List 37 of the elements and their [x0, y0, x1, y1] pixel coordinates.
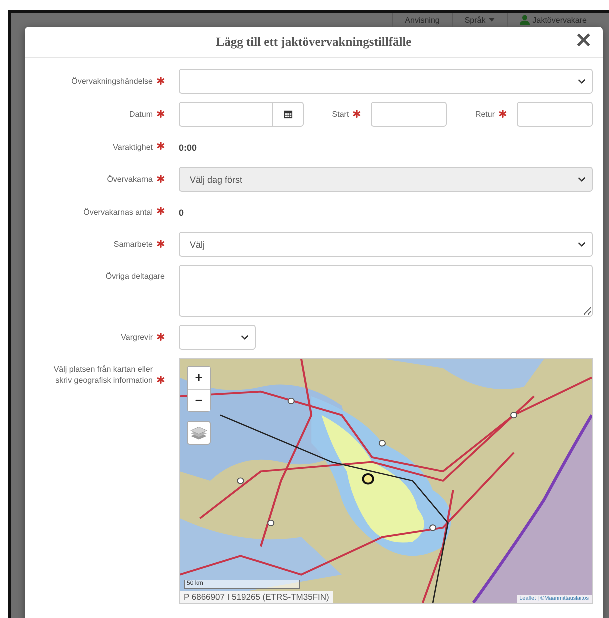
field-label: Samarbete — [114, 239, 153, 250]
coordinates-text: P 6866907 I 519265 (ETRS-TM35FIN) — [180, 591, 334, 603]
field-label: Vargrevir — [121, 332, 153, 343]
header-link-text: Anvisning — [405, 16, 440, 24]
header-link-text: Jaktövervakare — [532, 16, 587, 24]
field-label: Datum — [129, 109, 153, 120]
close-button[interactable]: × — [572, 31, 595, 51]
layers-button[interactable] — [187, 421, 211, 445]
user-icon — [520, 15, 530, 25]
field-label: Varaktighet — [113, 142, 153, 152]
field-label: Övervakningshändelse — [72, 76, 153, 87]
field-label: Övriga deltagare — [106, 271, 165, 282]
text-area[interactable] — [179, 265, 593, 317]
select-field[interactable] — [179, 325, 256, 350]
field-label: Övervakarnas antal — [84, 206, 153, 218]
field-label: Övervakarna — [107, 174, 153, 185]
zoom-out-button[interactable]: − — [188, 389, 210, 411]
time-field[interactable] — [371, 102, 448, 127]
date-field[interactable] — [179, 102, 273, 127]
value-text: 0:00 — [179, 143, 198, 153]
chevron-down-icon — [578, 177, 586, 182]
chevron-down-icon — [578, 242, 586, 247]
time-field[interactable] — [517, 102, 593, 127]
caret-icon — [488, 18, 495, 22]
chevron-down-icon — [241, 335, 249, 340]
field-label: Välj platsen från kartan eller skriv geografisk information — [53, 364, 153, 386]
calendar-icon — [284, 110, 292, 119]
dialog-title: Lägg till ett jaktövervakningstillfälle — [216, 34, 412, 50]
select-field[interactable] — [179, 69, 593, 94]
field-label: Retur — [475, 109, 495, 120]
chevron-down-icon — [578, 79, 586, 84]
calendar-button[interactable] — [273, 102, 304, 127]
select-field[interactable]: Välj — [179, 232, 593, 257]
value-text: 0 — [179, 208, 184, 218]
header-link-text: Språk — [464, 16, 486, 24]
layers-icon — [190, 426, 208, 440]
field-label: Start — [332, 109, 350, 120]
